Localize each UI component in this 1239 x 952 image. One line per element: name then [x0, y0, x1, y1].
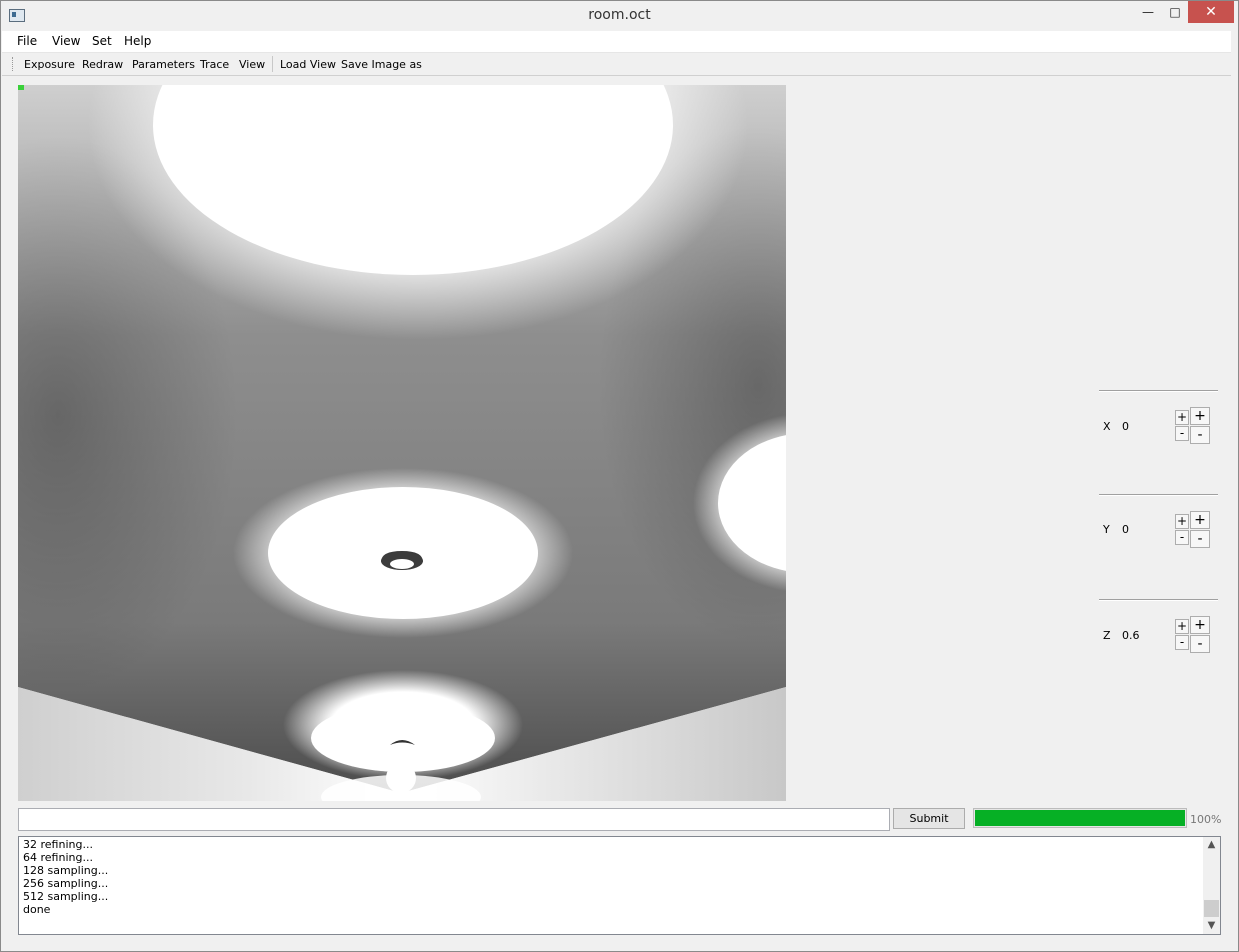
menu-view[interactable]: View: [52, 34, 80, 48]
y-minus-large-button[interactable]: -: [1190, 530, 1210, 548]
y-value: 0: [1122, 523, 1129, 536]
z-minus-large-button[interactable]: -: [1190, 635, 1210, 653]
save-image-button[interactable]: Save Image as: [341, 58, 422, 71]
redraw-button[interactable]: Redraw: [82, 58, 123, 71]
title-bar[interactable]: room.oct — □ ✕: [1, 1, 1238, 31]
render-viewport[interactable]: [18, 85, 786, 801]
scroll-thumb[interactable]: [1204, 900, 1219, 917]
window-title: room.oct: [588, 7, 651, 23]
log-line: 32 refining...: [23, 838, 93, 851]
x-minus-large-button[interactable]: -: [1190, 426, 1210, 444]
log-line: 64 refining...: [23, 851, 93, 864]
command-input[interactable]: [18, 808, 890, 831]
log-scrollbar[interactable]: ▲ ▼: [1203, 837, 1220, 934]
minimize-button[interactable]: —: [1134, 1, 1162, 23]
z-minus-small-button[interactable]: -: [1175, 635, 1189, 650]
scroll-up-icon[interactable]: ▲: [1203, 838, 1220, 852]
menu-set[interactable]: Set: [92, 34, 112, 48]
progress-label: 100%: [1190, 813, 1222, 826]
divider-z: [1099, 599, 1218, 601]
y-label: Y: [1103, 523, 1110, 536]
y-plus-large-button[interactable]: +: [1190, 511, 1210, 529]
progress-fill: [975, 810, 1185, 826]
y-plus-small-button[interactable]: +: [1175, 514, 1189, 529]
x-plus-small-button[interactable]: +: [1175, 410, 1189, 425]
x-plus-large-button[interactable]: +: [1190, 407, 1210, 425]
z-value: 0.6: [1122, 629, 1140, 642]
z-plus-large-button[interactable]: +: [1190, 616, 1210, 634]
app-window: room.oct — □ ✕ File View Set Help Exposu…: [0, 0, 1239, 952]
exposure-button[interactable]: Exposure: [24, 58, 75, 71]
log-line: done: [23, 903, 51, 916]
log-line: 512 sampling...: [23, 890, 109, 903]
submit-button[interactable]: Submit: [893, 808, 965, 829]
toolbar-grip[interactable]: [12, 57, 15, 71]
trace-button[interactable]: Trace: [200, 58, 229, 71]
close-button[interactable]: ✕: [1188, 1, 1234, 23]
load-view-button[interactable]: Load View: [280, 58, 336, 71]
log-line: 256 sampling...: [23, 877, 109, 890]
menu-file[interactable]: File: [17, 34, 37, 48]
parameters-button[interactable]: Parameters: [132, 58, 195, 71]
z-plus-small-button[interactable]: +: [1175, 619, 1189, 634]
z-label: Z: [1103, 629, 1111, 642]
menu-bar: File View Set Help: [2, 31, 1231, 53]
progress-bar: [973, 808, 1187, 828]
divider-x: [1099, 390, 1218, 392]
y-minus-small-button[interactable]: -: [1175, 530, 1189, 545]
x-label: X: [1103, 420, 1111, 433]
rendered-scene: [18, 85, 786, 801]
menu-help[interactable]: Help: [124, 34, 151, 48]
x-minus-small-button[interactable]: -: [1175, 426, 1189, 441]
toolbar: Exposure Redraw Parameters Trace View Lo…: [2, 53, 1231, 76]
scroll-down-icon[interactable]: ▼: [1203, 919, 1220, 933]
maximize-button[interactable]: □: [1161, 1, 1189, 23]
divider-y: [1099, 494, 1218, 496]
log-line: 128 sampling...: [23, 864, 109, 877]
x-value: 0: [1122, 420, 1129, 433]
toolbar-separator: [272, 56, 273, 72]
view-button[interactable]: View: [239, 58, 265, 71]
log-output[interactable]: 32 refining... 64 refining... 128 sampli…: [18, 836, 1221, 935]
